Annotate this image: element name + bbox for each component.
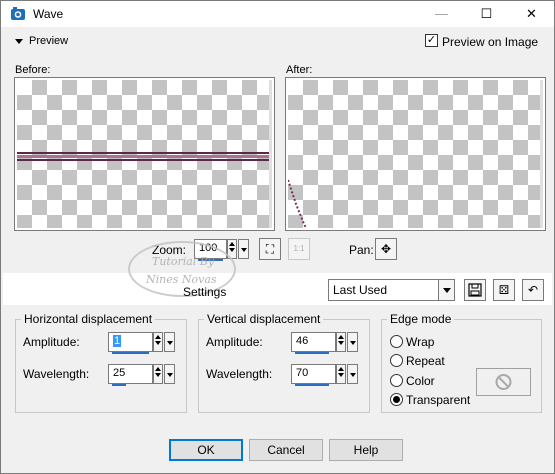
wave-dialog: Wave — ☐ ✕ Preview ✓ Preview on Image Be… <box>0 0 555 474</box>
after-wave-lines <box>288 179 307 228</box>
v-amplitude-dropdown[interactable] <box>347 332 358 352</box>
before-label: Before: <box>15 64 51 76</box>
pan-button[interactable]: ✥ <box>375 238 397 260</box>
h-wavelength-dropdown[interactable] <box>164 364 175 384</box>
preview-on-image-label: Preview on Image <box>442 35 539 49</box>
after-label: After: <box>286 64 313 76</box>
preview-toggle[interactable]: Preview <box>15 35 68 47</box>
preview-on-image-checkbox[interactable]: ✓ <box>425 34 438 47</box>
close-button[interactable]: ✕ <box>509 1 554 27</box>
no-color-icon <box>495 374 512 390</box>
v-amplitude-value: 46 <box>296 335 309 347</box>
h-amplitude-label: Amplitude: <box>23 335 80 349</box>
h-amplitude-value: 1 <box>113 335 122 347</box>
edge-mode-title: Edge mode <box>387 312 455 326</box>
chevron-down-icon <box>438 280 454 300</box>
preset-select[interactable]: Last Used <box>328 279 455 301</box>
h-wavelength-label: Wavelength: <box>23 367 90 381</box>
before-scrollbar[interactable] <box>269 80 272 228</box>
v-amplitude-input[interactable]: 46 <box>291 332 336 354</box>
edge-transparent-label: Transparent <box>406 393 471 407</box>
help-button[interactable]: Help <box>329 439 403 461</box>
minimize-button[interactable]: — <box>419 1 464 27</box>
cancel-button[interactable]: Cancel <box>249 439 323 461</box>
save-icon <box>468 283 482 297</box>
window-title: Wave <box>33 7 64 21</box>
edge-repeat-radio[interactable] <box>390 354 403 367</box>
edge-color-swatch[interactable] <box>476 368 531 396</box>
edge-color-label: Color <box>406 374 435 388</box>
v-wavelength-input[interactable]: 70 <box>291 364 336 386</box>
h-amplitude-input[interactable]: 1 <box>108 332 153 354</box>
pan-label: Pan: <box>349 243 374 257</box>
preset-value: Last Used <box>333 283 388 297</box>
v-wavelength-dropdown[interactable] <box>347 364 358 384</box>
h-wavelength-stepper[interactable] <box>153 364 163 384</box>
vertical-displacement-title: Vertical displacement <box>204 312 324 326</box>
h-wavelength-value: 25 <box>113 367 126 379</box>
zoom-dropdown[interactable] <box>238 239 249 259</box>
after-preview[interactable] <box>285 77 546 231</box>
save-preset-button[interactable] <box>464 279 486 301</box>
caret-down-icon <box>15 38 23 44</box>
after-scrollbar[interactable] <box>540 80 543 228</box>
before-preview[interactable] <box>14 77 275 231</box>
edge-transparent-radio[interactable] <box>390 393 403 406</box>
v-amplitude-stepper[interactable] <box>336 332 346 352</box>
edge-color-radio[interactable] <box>390 374 403 387</box>
ok-button[interactable]: OK <box>169 439 243 461</box>
title-bar: Wave — ☐ ✕ <box>1 1 554 27</box>
h-amplitude-dropdown[interactable] <box>164 332 175 352</box>
randomize-button[interactable]: ⚄ <box>493 279 515 301</box>
v-wavelength-label: Wavelength: <box>206 367 273 381</box>
edge-repeat-label: Repeat <box>406 354 445 368</box>
settings-label: Settings <box>183 285 227 299</box>
maximize-button[interactable]: ☐ <box>464 1 509 27</box>
horizontal-displacement-title: Horizontal displacement <box>21 312 156 326</box>
preview-toggle-label: Preview <box>29 35 69 47</box>
h-wavelength-input[interactable]: 25 <box>108 364 153 386</box>
h-amplitude-stepper[interactable] <box>153 332 163 352</box>
v-wavelength-stepper[interactable] <box>336 364 346 384</box>
edge-wrap-label: Wrap <box>406 335 435 349</box>
reset-button[interactable]: ↶ <box>522 279 544 301</box>
before-wave-lines <box>17 152 272 161</box>
fit-zoom-button[interactable]: ⛶ <box>259 238 281 260</box>
v-wavelength-value: 70 <box>296 367 309 379</box>
actual-size-button[interactable]: 1:1 <box>288 238 310 260</box>
app-icon <box>11 7 25 20</box>
edge-wrap-radio[interactable] <box>390 335 403 348</box>
v-amplitude-label: Amplitude: <box>206 335 263 349</box>
